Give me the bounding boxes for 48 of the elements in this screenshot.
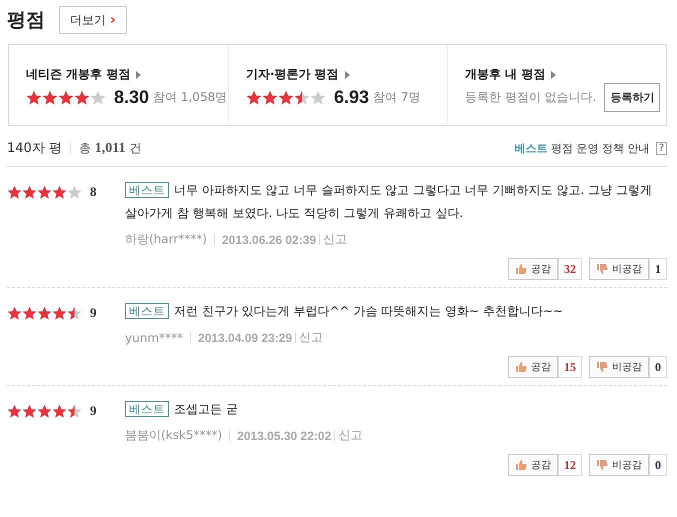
list-title: 140자 평 xyxy=(7,140,62,157)
participant-count: 참여 1,058명 xyxy=(153,89,228,106)
like-count: 15 xyxy=(558,356,582,378)
rating-label[interactable]: 개봉후 내 평점 xyxy=(465,66,556,83)
average-score: 6.93 xyxy=(334,87,370,108)
rating-label[interactable]: 네티즌 개봉후 평점 xyxy=(26,66,142,83)
triangle-icon xyxy=(344,70,350,78)
review-date: 2013.05.30 22:02 xyxy=(237,428,332,442)
empty-message: 등록한 평점이 없습니다. xyxy=(465,89,596,106)
triangle-icon xyxy=(136,70,142,78)
triangle-icon xyxy=(551,70,556,78)
help-icon[interactable]: ? xyxy=(656,142,667,154)
dislike-count: 0 xyxy=(649,454,667,476)
review-text: 베스트 저런 친구가 있다는게 부럽다^^ 가슴 따뜻해지는 영화~ 추천합니다~~ xyxy=(125,300,667,323)
dislike-count: 0 xyxy=(649,356,667,378)
like-button[interactable]: 공감 xyxy=(508,356,558,378)
review-score: 8 xyxy=(90,185,96,199)
participant-count: 참여 7명 xyxy=(373,89,420,106)
thumbs-down-icon xyxy=(596,459,608,471)
average-score: 8.30 xyxy=(114,87,150,108)
review-date: 2013.04.09 23:29 xyxy=(198,330,292,344)
like-button[interactable]: 공감 xyxy=(508,454,558,476)
dislike-count: 1 xyxy=(649,258,667,280)
review-date: 2013.06.26 02:39 xyxy=(222,232,316,246)
author-name: 하랑(harr****) xyxy=(125,231,207,248)
register-button[interactable]: 등록하기 xyxy=(604,83,660,112)
thumbs-up-icon xyxy=(515,361,527,373)
thumbs-down-icon xyxy=(596,263,608,275)
like-count: 12 xyxy=(558,454,582,476)
dislike-button[interactable]: 비공감 xyxy=(589,454,649,476)
review-text: 베스트 조셉고든 굳 xyxy=(125,398,667,421)
like-count: 32 xyxy=(558,258,582,280)
author-name: 붐붐이(ksk5****) xyxy=(125,427,222,444)
section-title: 평점 xyxy=(7,8,45,33)
thumbs-up-icon xyxy=(515,459,527,471)
dislike-button[interactable]: 비공감 xyxy=(589,356,649,378)
review-text: 베스트 너무 아파하지도 않고 너무 슬퍼하지도 않고 그렇다고 너무 기뻐하지도 않고. 그냥 그렇게 살아가게 참 행복해 보였다. 나도 적당히 그렇게 유쾌하고 싶다. xyxy=(125,181,653,222)
rating-label[interactable]: 기자·평론가 평점 xyxy=(246,66,350,83)
like-button[interactable]: 공감 xyxy=(508,258,558,280)
policy-link[interactable]: 베스트 평점 운영 정책 안내 xyxy=(514,140,650,156)
review-score: 9 xyxy=(90,404,96,418)
thumbs-down-icon xyxy=(596,361,608,373)
author-name: yunm**** xyxy=(125,330,184,344)
dislike-button[interactable]: 비공감 xyxy=(589,258,649,280)
review-score: 9 xyxy=(90,306,96,320)
total-count: 총 1,011 건 xyxy=(78,140,142,156)
more-button[interactable]: 더보기 › xyxy=(59,6,127,34)
thumbs-up-icon xyxy=(515,263,527,275)
